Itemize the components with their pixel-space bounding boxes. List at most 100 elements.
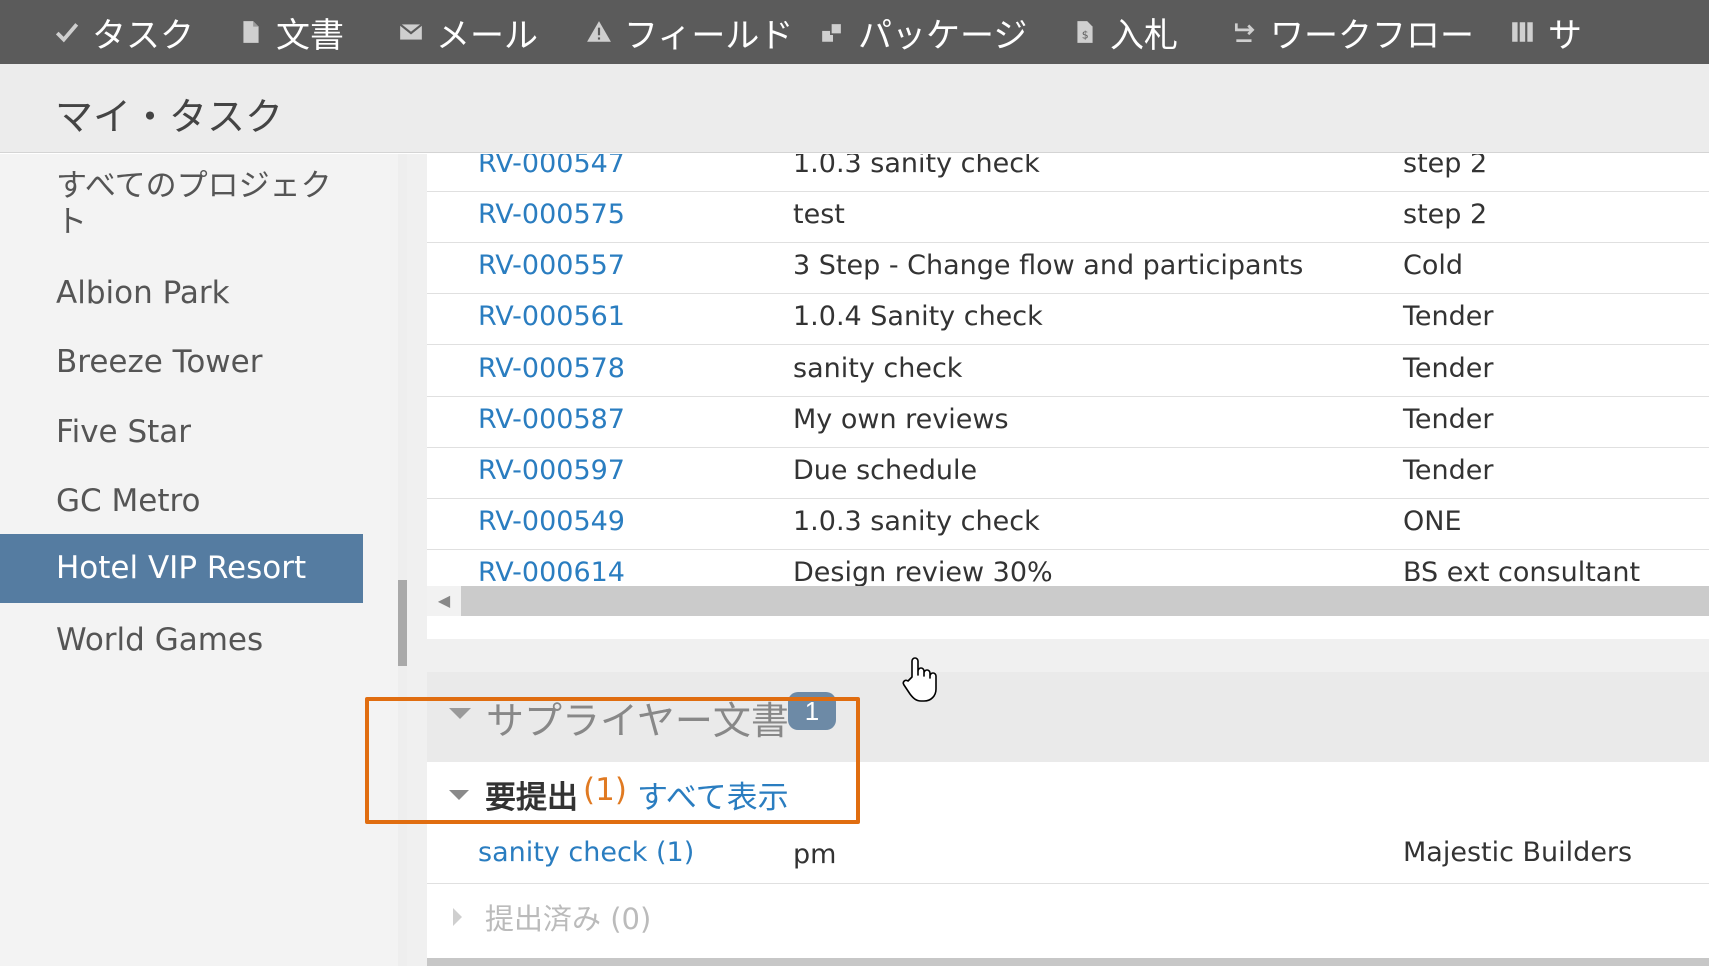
collapse-caret-icon[interactable]: [449, 708, 471, 719]
sidebar-item-breeze-tower[interactable]: Breeze Tower: [0, 330, 363, 394]
table-row: RV-000578 sanity check Tender: [427, 341, 1709, 397]
sidebar-scrollbar[interactable]: [398, 154, 407, 966]
nav-workflow[interactable]: ワークフロー: [1230, 0, 1474, 64]
table-horizontal-scrollbar[interactable]: ◀: [427, 586, 1709, 616]
sidebar-item-five-star[interactable]: Five Star: [0, 400, 363, 464]
review-name: My own reviews: [793, 404, 1009, 435]
workflow-icon: [1230, 17, 1260, 47]
supplier-documents-section-header[interactable]: サプライヤー文書 1: [427, 672, 1709, 762]
nav-packages[interactable]: パッケージ: [818, 0, 1027, 64]
review-id-link[interactable]: RV-000549: [478, 506, 625, 537]
nav-field[interactable]: フィールド: [584, 0, 793, 64]
required-group-header[interactable]: 要提出 (1) すべて表示: [427, 762, 1709, 827]
review-name: Design review 30%: [793, 557, 1053, 588]
review-id-link[interactable]: RV-000561: [478, 301, 625, 332]
document-company: Majestic Builders: [1403, 837, 1633, 868]
table-row: RV-000597 Due schedule Tender: [427, 443, 1709, 499]
hand-pointer-icon: [900, 655, 940, 703]
review-name: 1.0.3 sanity check: [793, 154, 1040, 179]
main-content: RV-000547 1.0.3 sanity check step 2 RV-0…: [407, 154, 1709, 966]
table-row: RV-000557 3 Step - Change flow and parti…: [427, 238, 1709, 294]
review-id-link[interactable]: RV-000597: [478, 455, 625, 486]
review-step: ONE: [1403, 506, 1462, 537]
expand-caret-icon[interactable]: [453, 908, 462, 926]
mail-icon: [396, 17, 426, 47]
page-title: マイ・タスク: [55, 95, 284, 139]
sidebar-item-gc-metro[interactable]: GC Metro: [0, 469, 363, 533]
review-step: Tender: [1403, 353, 1494, 384]
sidebar-item-label: Hotel VIP Resort: [56, 550, 307, 586]
review-id-link[interactable]: RV-000578: [478, 353, 625, 384]
sidebar-item-label: GC Metro: [56, 483, 201, 519]
table-row: RV-000561 1.0.4 Sanity check Tender: [427, 289, 1709, 345]
nav-tasks-label: タスク: [92, 15, 194, 56]
review-step: Tender: [1403, 455, 1494, 486]
review-name: sanity check: [793, 353, 963, 384]
review-name: 3 Step - Change flow and participants: [793, 250, 1304, 281]
review-id-link[interactable]: RV-000547: [478, 154, 625, 179]
table-row: RV-000587 My own reviews Tender: [427, 392, 1709, 448]
table-row: RV-000575 test step 2: [427, 187, 1709, 243]
review-id-link[interactable]: RV-000575: [478, 199, 625, 230]
package-icon: [818, 17, 848, 47]
required-label: 要提出: [485, 780, 578, 816]
submitted-label: 提出済み (0): [485, 902, 652, 936]
nav-tasks[interactable]: タスク: [52, 0, 194, 64]
nav-field-label: フィールド: [624, 15, 794, 56]
submitted-group-header[interactable]: 提出済み (0): [427, 886, 1709, 946]
section-title: サプライヤー文書: [486, 699, 789, 743]
list-item: sanity check (1) pm Majestic Builders: [427, 827, 1709, 884]
nav-documents[interactable]: 文書: [236, 0, 344, 64]
review-id-link[interactable]: RV-000557: [478, 250, 625, 281]
nav-mail-label: メール: [436, 15, 538, 56]
nav-library[interactable]: サ: [1508, 0, 1582, 64]
sidebar-item-all-projects[interactable]: すべてのプロジェクト: [0, 168, 363, 240]
review-name: Due schedule: [793, 455, 978, 486]
collapse-caret-icon[interactable]: [449, 790, 469, 800]
review-id-link[interactable]: RV-000614: [478, 557, 625, 588]
nav-packages-label: パッケージ: [858, 15, 1028, 56]
check-icon: [52, 17, 82, 47]
sidebar-item-label: すべてのプロジェクト: [56, 168, 332, 240]
nav-tender[interactable]: $ 入札: [1070, 0, 1178, 64]
sidebar-item-label: Five Star: [56, 414, 192, 450]
sidebar-item-hotel-vip-resort[interactable]: Hotel VIP Resort: [0, 534, 363, 603]
warning-icon: [584, 17, 614, 47]
show-all-link[interactable]: すべて表示: [637, 772, 789, 817]
scroll-left-icon[interactable]: ◀: [427, 586, 461, 616]
sidebar-item-label: Albion Park: [56, 275, 230, 311]
sidebar-item-label: Breeze Tower: [56, 344, 263, 380]
review-step: Cold: [1403, 250, 1464, 281]
page-header: マイ・タスク: [0, 64, 1709, 153]
review-step: step 2: [1403, 199, 1488, 230]
review-step: BS ext consultant: [1403, 557, 1641, 588]
bottom-horizontal-scrollbar[interactable]: [427, 958, 1709, 966]
required-count: (1): [583, 772, 627, 808]
supplier-documents-panel: 要提出 (1) すべて表示 sanity check (1) pm Majest…: [427, 762, 1709, 966]
document-icon: [236, 17, 266, 47]
document-link[interactable]: sanity check (1): [478, 837, 694, 868]
nav-tender-label: 入札: [1110, 15, 1178, 56]
sidebar-item-albion-park[interactable]: Albion Park: [0, 261, 363, 325]
review-id-link[interactable]: RV-000587: [478, 404, 625, 435]
review-step: Tender: [1403, 301, 1494, 332]
review-name: test: [793, 199, 845, 230]
nav-library-label: サ: [1548, 15, 1582, 56]
document-owner: pm: [793, 839, 837, 870]
review-name: 1.0.4 Sanity check: [793, 301, 1043, 332]
tender-icon: $: [1070, 17, 1100, 47]
nav-workflow-label: ワークフロー: [1270, 15, 1474, 56]
sidebar-item-world-games[interactable]: World Games: [0, 608, 363, 672]
review-name: 1.0.3 sanity check: [793, 506, 1040, 537]
review-table: RV-000547 1.0.3 sanity check step 2 RV-0…: [427, 154, 1709, 639]
review-step: Tender: [1403, 404, 1494, 435]
project-sidebar: すべてのプロジェクト Albion Park Breeze Tower Five…: [0, 154, 398, 966]
review-step: step 2: [1403, 154, 1488, 179]
library-icon: [1508, 17, 1538, 47]
table-row: RV-000549 1.0.3 sanity check ONE: [427, 494, 1709, 550]
nav-mail[interactable]: メール: [396, 0, 538, 64]
nav-documents-label: 文書: [276, 15, 344, 56]
sidebar-item-label: World Games: [56, 622, 264, 658]
sidebar-scrollbar-thumb[interactable]: [398, 580, 407, 666]
svg-text:$: $: [1082, 29, 1089, 42]
